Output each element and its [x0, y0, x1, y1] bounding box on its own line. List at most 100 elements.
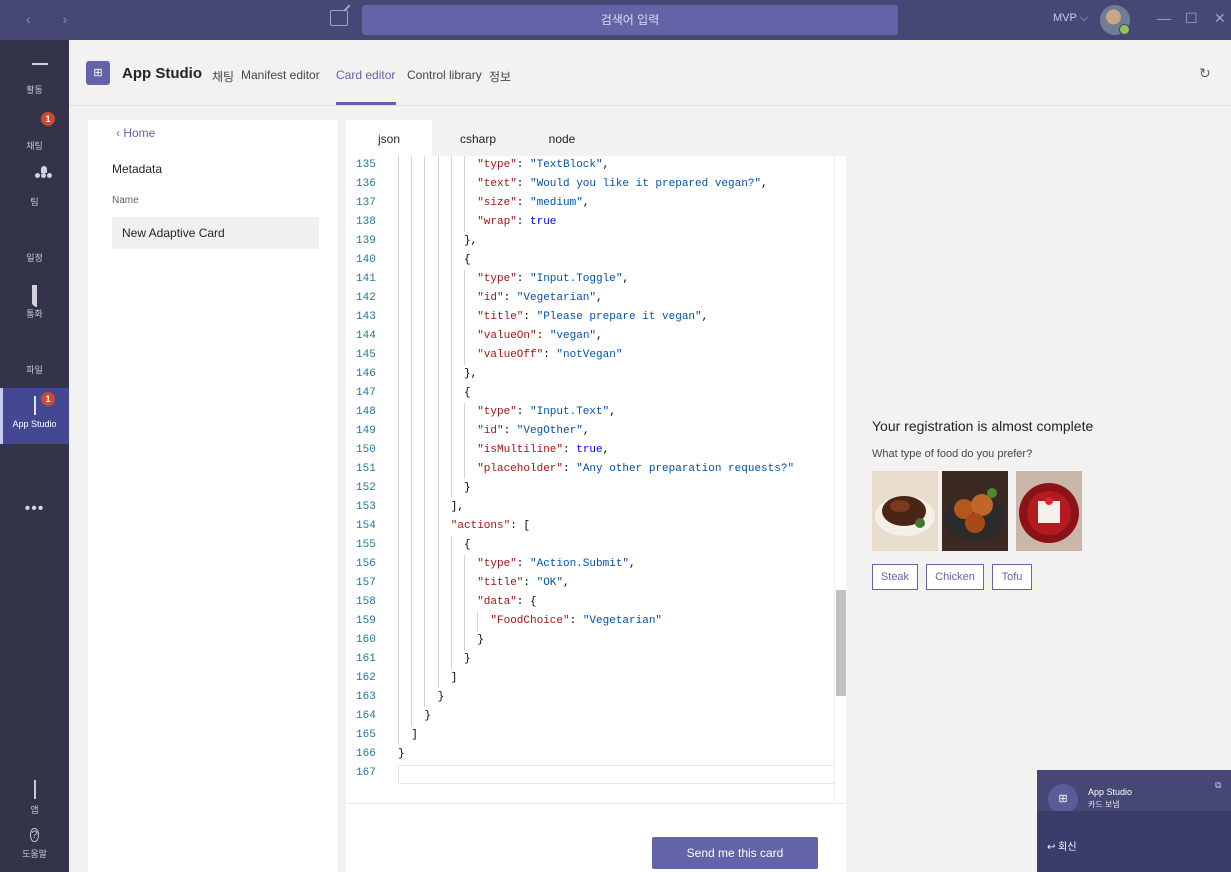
- code-line[interactable]: 141 "type": "Input.Toggle",: [346, 270, 836, 289]
- teams-icon: [25, 166, 52, 193]
- indent-guide: [411, 346, 413, 365]
- code-line[interactable]: 150 "isMultiline": true,: [346, 441, 836, 460]
- indent-guide: [398, 175, 399, 194]
- line-content: "data": {: [477, 596, 537, 608]
- send-card-button[interactable]: Send me this card: [652, 837, 818, 869]
- indent-guide: [424, 669, 426, 688]
- avatar[interactable]: [1100, 5, 1130, 35]
- code-line[interactable]: 154 "actions": [: [346, 517, 836, 536]
- user-menu[interactable]: MVP ⌵: [1053, 12, 1088, 25]
- indent-guide: [398, 194, 399, 213]
- code-line[interactable]: 158 "data": {: [346, 593, 836, 612]
- code-line[interactable]: 162]: [346, 669, 836, 688]
- notification-badge: 1: [41, 392, 55, 406]
- code-line[interactable]: 148 "type": "Input.Text",: [346, 403, 836, 422]
- tofu-image[interactable]: [1016, 471, 1082, 551]
- chicken-image[interactable]: [942, 471, 1008, 551]
- indent-guide: [464, 441, 465, 460]
- code-line[interactable]: 161}: [346, 650, 836, 669]
- code-line[interactable]: 151 "placeholder": "Any other preparation…: [346, 460, 836, 479]
- search-bar[interactable]: 검색어 입력: [362, 5, 898, 35]
- line-content: ]: [411, 729, 418, 741]
- code-line[interactable]: 160}: [346, 631, 836, 650]
- rail-item-calendar[interactable]: 일정: [0, 220, 69, 276]
- code-line[interactable]: 137 "size": "medium",: [346, 194, 836, 213]
- refresh-icon[interactable]: ↻: [1199, 65, 1211, 82]
- reply-button[interactable]: ↩ 회신: [1037, 811, 1231, 872]
- notification-toast[interactable]: ⊞ App Studio 카드 보냄 ⧉ ↩ 회신: [1037, 770, 1231, 872]
- code-line[interactable]: 165]: [346, 726, 836, 745]
- code-line[interactable]: 138 "wrap": true: [346, 213, 836, 232]
- tab-about[interactable]: 정보: [489, 68, 511, 85]
- code-line[interactable]: 145 "valueOff": "notVegan": [346, 346, 836, 365]
- indent-guide: [450, 479, 452, 498]
- json-code-area[interactable]: 135 "type": "TextBlock", 136 "text": "Would…: [346, 156, 846, 803]
- choice-steak-button[interactable]: Steak: [872, 564, 918, 590]
- code-line[interactable]: 159 "FoodChoice": "Vegetarian": [346, 612, 836, 631]
- tab-card-editor[interactable]: Card editor: [336, 68, 395, 82]
- editor-scrollbar[interactable]: [834, 156, 846, 803]
- code-line[interactable]: 144 "valueOn": "vegan",: [346, 327, 836, 346]
- steak-image[interactable]: [872, 471, 938, 551]
- maximize-icon[interactable]: ☐: [1185, 10, 1198, 27]
- app-header: ⊞ App Studio 채팅 Manifest editor Card edi…: [69, 40, 1231, 106]
- home-link[interactable]: ‹ Home: [116, 126, 155, 140]
- code-line[interactable]: 164}: [346, 707, 836, 726]
- rail-item-activity[interactable]: 활동: [0, 52, 69, 108]
- code-line[interactable]: 155 {: [346, 536, 836, 555]
- indent-guide: [450, 365, 452, 384]
- rail-item-help[interactable]: ? 도움말: [0, 816, 69, 872]
- indent-guide: [450, 593, 452, 612]
- compose-icon[interactable]: [330, 10, 348, 26]
- rail-item-teams[interactable]: 팀: [0, 164, 69, 220]
- code-line[interactable]: 135 "type": "TextBlock",: [346, 156, 836, 175]
- code-line[interactable]: 139},: [346, 232, 836, 251]
- code-line[interactable]: 167: [346, 764, 836, 783]
- rail-item-calls[interactable]: 통화: [0, 276, 69, 332]
- tab-csharp[interactable]: csharp: [432, 120, 524, 156]
- tab-json[interactable]: json: [346, 120, 432, 156]
- toast-title: App Studio: [1088, 787, 1133, 797]
- rail-item-chat[interactable]: 1 채팅: [0, 108, 69, 164]
- choice-chicken-button[interactable]: Chicken: [926, 564, 984, 590]
- indent-guide: [437, 422, 439, 441]
- more-apps-button[interactable]: •••: [0, 500, 69, 518]
- code-line[interactable]: 149 "id": "VegOther",: [346, 422, 836, 441]
- code-line[interactable]: 166}: [346, 745, 836, 764]
- card-name-field[interactable]: New Adaptive Card: [112, 217, 319, 249]
- code-line[interactable]: 163}: [346, 688, 836, 707]
- code-line[interactable]: 156 "type": "Action.Submit",: [346, 555, 836, 574]
- tab-node[interactable]: node: [524, 120, 600, 156]
- code-line[interactable]: 147 {: [346, 384, 836, 403]
- indent-guide: [398, 669, 399, 688]
- indent-guide: [450, 460, 452, 479]
- code-line[interactable]: 143 "title": "Please prepare it vegan",: [346, 308, 836, 327]
- code-line[interactable]: 153],: [346, 498, 836, 517]
- code-line[interactable]: 157 "title": "OK",: [346, 574, 836, 593]
- choice-tofu-button[interactable]: Tofu: [992, 564, 1032, 590]
- code-line[interactable]: 152}: [346, 479, 836, 498]
- rail-item-files[interactable]: 파일: [0, 332, 69, 388]
- tab-control-library[interactable]: Control library: [407, 68, 482, 82]
- close-icon[interactable]: ✕: [1214, 10, 1226, 27]
- scrollbar-thumb[interactable]: [836, 590, 846, 696]
- line-number: 166: [356, 748, 376, 760]
- code-line[interactable]: 140 {: [346, 251, 836, 270]
- tab-manifest-editor[interactable]: Manifest editor: [241, 68, 320, 82]
- open-chat-icon[interactable]: ⧉: [1215, 780, 1221, 791]
- active-tab-indicator: [336, 102, 396, 105]
- code-line[interactable]: 142 "id": "Vegetarian",: [346, 289, 836, 308]
- indent-guide: [464, 612, 465, 631]
- indent-guide: [437, 479, 439, 498]
- line-content: "valueOff": "notVegan": [477, 349, 623, 361]
- indent-guide: [398, 498, 399, 517]
- minimize-icon[interactable]: —: [1157, 10, 1171, 26]
- history-arrows[interactable]: ‹ ›: [26, 11, 81, 27]
- code-line[interactable]: 136 "text": "Would you like it prepared v…: [346, 175, 836, 194]
- indent-guide: [450, 270, 452, 289]
- code-line[interactable]: 146},: [346, 365, 836, 384]
- indent-guide: [464, 156, 465, 175]
- rail-item-app-studio[interactable]: 1 App Studio: [0, 388, 69, 444]
- tab-chat[interactable]: 채팅: [212, 68, 234, 85]
- indent-guide: [450, 156, 452, 175]
